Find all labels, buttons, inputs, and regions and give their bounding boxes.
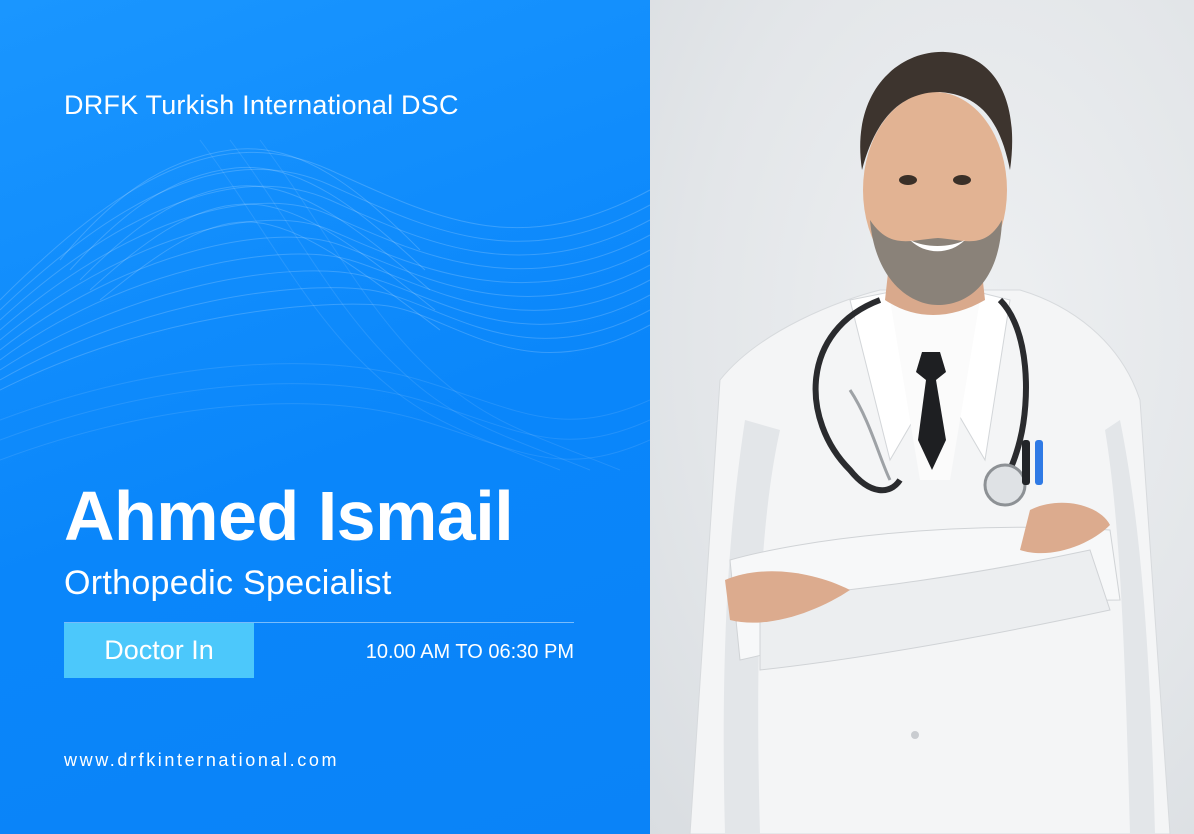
wave-lines-decoration (0, 139, 650, 471)
doctor-name: Ahmed Ismail (64, 477, 514, 555)
doctor-photo (689, 51, 1171, 834)
website-link[interactable]: www.drfkinternational.com (64, 750, 339, 771)
info-panel: DRFK Turkish International DSC Ahmed Ism… (0, 0, 650, 834)
clinic-name: DRFK Turkish International DSC (64, 90, 459, 120)
status-badge: Doctor In (64, 623, 254, 678)
doctor-specialty: Orthopedic Specialist (64, 564, 392, 602)
working-hours: 10.00 AM TO 06:30 PM (365, 641, 574, 663)
photo-panel (650, 0, 1194, 834)
